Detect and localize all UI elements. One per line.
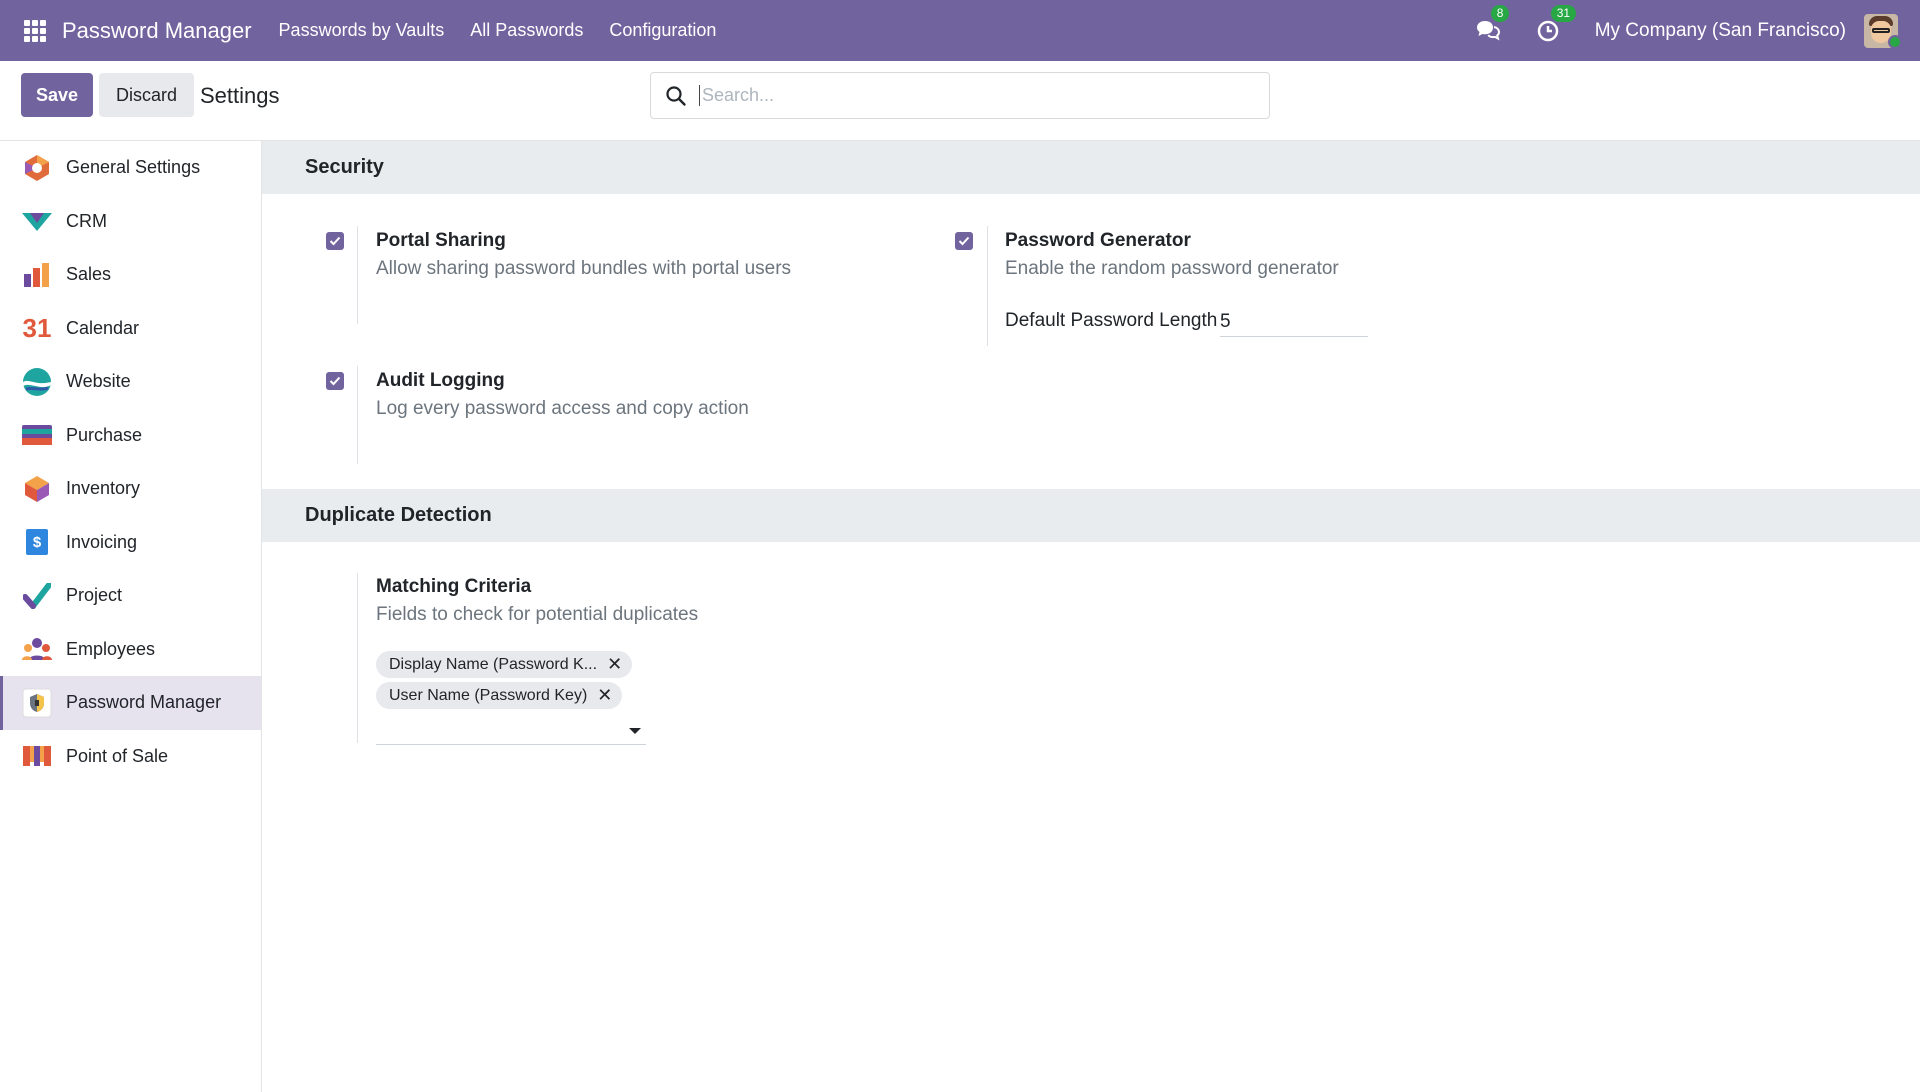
general-settings-icon — [22, 153, 52, 183]
inventory-icon — [22, 474, 52, 504]
purchase-icon — [22, 420, 52, 450]
sales-icon — [22, 260, 52, 290]
password-manager-icon — [22, 688, 52, 718]
sidebar-item-calendar[interactable]: 31 Calendar — [0, 302, 261, 356]
portal-sharing-checkbox[interactable] — [326, 232, 344, 250]
save-button[interactable]: Save — [21, 73, 93, 117]
sidebar-item-label: Website — [66, 371, 131, 392]
audit-logging-checkbox[interactable] — [326, 372, 344, 390]
menu-configuration[interactable]: Configuration — [609, 20, 716, 41]
sidebar-item-label: Purchase — [66, 424, 143, 445]
audit-logging-title: Audit Logging — [376, 370, 505, 391]
sidebar-item-label: Employees — [66, 638, 156, 659]
matching-criteria-input[interactable] — [376, 715, 646, 745]
sidebar-item-label: Inventory — [66, 478, 141, 499]
password-generator-title: Password Generator — [1005, 230, 1191, 251]
messages-count-badge: 8 — [1490, 4, 1510, 22]
crm-icon — [22, 206, 52, 236]
default-password-length-label: Default Password Length — [1005, 310, 1218, 331]
project-icon — [22, 581, 52, 611]
password-generator-description: Enable the random password generator — [1005, 258, 1339, 279]
remove-tag-icon[interactable]: ✕ — [597, 685, 612, 706]
online-status-icon — [1888, 35, 1902, 49]
settings-content: Security Portal Sharing Allow sharing pa… — [262, 141, 1920, 1092]
remove-tag-icon[interactable]: ✕ — [607, 654, 622, 675]
section-heading-duplicate-detection: Duplicate Detection — [262, 489, 1920, 542]
audit-logging-description: Log every password access and copy actio… — [376, 398, 749, 419]
menu-all-passwords[interactable]: All Passwords — [470, 20, 583, 41]
company-switcher[interactable]: My Company (San Francisco) — [1595, 20, 1846, 42]
sidebar-item-label: General Settings — [66, 157, 201, 178]
search-icon — [666, 85, 686, 106]
sidebar-item-website[interactable]: Website — [0, 355, 261, 409]
settings-search-box[interactable] — [650, 72, 1270, 119]
settings-sidebar: General Settings CRM Sales 31 Calendar W… — [0, 141, 262, 1092]
invoicing-icon: $ — [22, 527, 52, 557]
tag-label: User Name (Password Key) — [389, 686, 588, 704]
sidebar-item-employees[interactable]: Employees — [0, 623, 261, 677]
setting-divider — [987, 226, 988, 346]
matching-criteria-description: Fields to check for potential duplicates — [376, 604, 699, 625]
search-input[interactable] — [699, 85, 1259, 106]
sidebar-item-label: Project — [66, 585, 123, 606]
matching-tag-user-name: User Name (Password Key) ✕ — [376, 682, 623, 709]
employees-icon — [22, 634, 52, 664]
checkmark-icon — [958, 236, 970, 246]
sidebar-item-label: Password Manager — [66, 692, 222, 713]
control-panel: Save Discard Settings — [0, 61, 1920, 141]
sidebar-item-label: Point of Sale — [66, 745, 169, 766]
activities-count-badge: 31 — [1550, 4, 1577, 22]
sidebar-item-point-of-sale[interactable]: Point of Sale — [0, 730, 261, 784]
sidebar-item-label: Sales — [66, 264, 112, 285]
setting-divider — [357, 573, 358, 743]
sidebar-item-invoicing[interactable]: $ Invoicing — [0, 516, 261, 570]
tag-label: Display Name (Password K... — [389, 655, 598, 673]
point-of-sale-icon — [22, 741, 52, 771]
messages-button[interactable]: 8 — [1475, 4, 1510, 45]
app-brand[interactable]: Password Manager — [62, 18, 252, 44]
sidebar-item-sales[interactable]: Sales — [0, 248, 261, 302]
matching-tag-display-name: Display Name (Password K... ✕ — [376, 651, 633, 678]
sidebar-item-label: Invoicing — [66, 531, 138, 552]
checkmark-icon — [329, 376, 341, 386]
default-password-length-input[interactable] — [1220, 308, 1368, 337]
top-navbar: Password Manager Passwords by Vaults All… — [0, 0, 1920, 61]
sidebar-item-project[interactable]: Project — [0, 569, 261, 623]
activities-button[interactable]: 31 — [1535, 4, 1577, 45]
portal-sharing-description: Allow sharing password bundles with port… — [376, 258, 792, 279]
checkmark-icon — [329, 236, 341, 246]
discard-button[interactable]: Discard — [99, 73, 194, 117]
setting-divider — [357, 226, 358, 324]
password-generator-checkbox[interactable] — [955, 232, 973, 250]
sidebar-item-label: CRM — [66, 210, 107, 231]
section-heading-security: Security — [262, 141, 1920, 194]
sidebar-item-label: Calendar — [66, 317, 140, 338]
sidebar-item-general-settings[interactable]: General Settings — [0, 141, 261, 195]
menu-passwords-by-vaults[interactable]: Passwords by Vaults — [279, 20, 445, 41]
calendar-icon: 31 — [22, 312, 52, 343]
sidebar-item-password-manager[interactable]: Password Manager — [0, 676, 261, 730]
page-title: Settings — [200, 83, 280, 108]
matching-criteria-title: Matching Criteria — [376, 576, 532, 597]
website-icon — [22, 367, 52, 397]
sidebar-item-purchase[interactable]: Purchase — [0, 409, 261, 463]
chevron-down-icon[interactable] — [629, 728, 641, 734]
portal-sharing-title: Portal Sharing — [376, 230, 506, 251]
setting-divider — [357, 366, 358, 464]
sidebar-item-crm[interactable]: CRM — [0, 195, 261, 249]
app-menu-grid-icon[interactable] — [24, 19, 46, 42]
sidebar-item-inventory[interactable]: Inventory — [0, 462, 261, 516]
